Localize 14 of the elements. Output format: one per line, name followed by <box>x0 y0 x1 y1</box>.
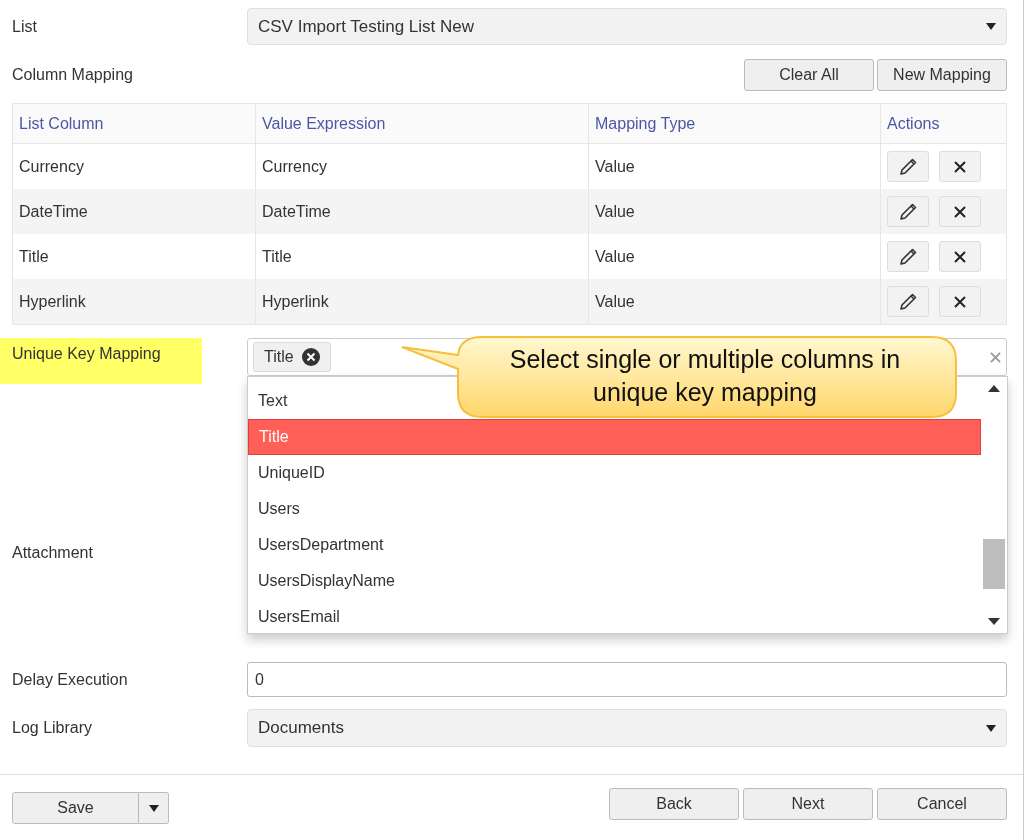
table-cell: Hyperlink <box>256 279 589 324</box>
column-header: Actions <box>886 113 941 134</box>
field-label: Attachment <box>12 544 93 561</box>
callout-text: Select single or multiple columns in unique key mapping <box>508 344 902 408</box>
field-label: Delay Execution <box>12 669 129 690</box>
field-label: Unique Key Mapping <box>0 338 202 384</box>
field-label: Log Library <box>12 718 94 738</box>
field-label: List <box>12 16 38 37</box>
section-label: Column Mapping <box>12 65 133 85</box>
column-header: Value Expression <box>256 104 589 143</box>
column-header: Mapping Type <box>589 104 881 143</box>
table-cell: Hyperlink <box>13 279 256 324</box>
table-cell: Value <box>589 279 881 324</box>
column-header: List Column <box>13 104 256 143</box>
